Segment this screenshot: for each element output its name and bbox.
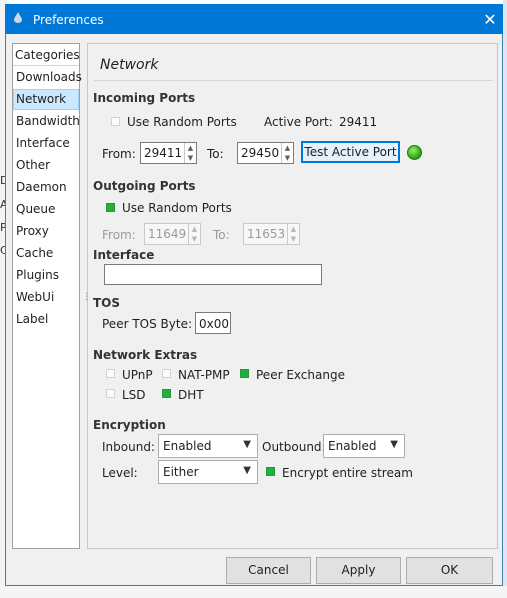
outgoing-from-spinbox[interactable]: 11649 ▲ ▼	[144, 223, 201, 245]
category-plugins[interactable]: Plugins	[13, 265, 79, 286]
inbound-select-value: Enabled	[163, 439, 212, 453]
spin-arrows-icon[interactable]: ▲ ▼	[281, 143, 293, 163]
category-bandwidth[interactable]: Bandwidth	[13, 111, 80, 132]
category-network[interactable]: Network	[13, 89, 79, 110]
outgoing-ports-heading: Outgoing Ports	[93, 179, 196, 193]
category-cache[interactable]: Cache	[13, 243, 79, 264]
level-label: Level:	[102, 466, 138, 480]
incoming-from-spinbox[interactable]: 29411 ▲ ▼	[140, 142, 197, 164]
outbound-select-value: Enabled	[328, 439, 377, 453]
test-active-port-button[interactable]: Test Active Port	[301, 141, 400, 163]
incoming-random-checkbox[interactable]	[111, 117, 120, 126]
spin-arrows-icon[interactable]: ▲ ▼	[287, 224, 299, 244]
chevron-down-icon: ▼	[390, 439, 398, 450]
outgoing-random-label[interactable]: Use Random Ports	[122, 201, 232, 215]
level-select-value: Either	[163, 465, 199, 479]
category-downloads[interactable]: Downloads	[13, 67, 82, 88]
page-title: Network	[100, 57, 159, 73]
outgoing-to-value: 11653	[247, 227, 286, 241]
incoming-from-label: From:	[102, 147, 136, 161]
close-button[interactable]: ✕	[478, 9, 502, 31]
spin-arrows-icon[interactable]: ▲ ▼	[184, 143, 196, 163]
outgoing-to-label: To:	[213, 228, 230, 242]
chevron-down-icon: ▼	[243, 465, 251, 476]
background-taskbar-strip	[0, 586, 507, 598]
incoming-from-value: 29411	[144, 146, 183, 160]
peer-tos-input[interactable]: 0x00	[195, 312, 231, 334]
outgoing-to-spinbox[interactable]: 11653 ▲ ▼	[243, 223, 300, 245]
peer-exchange-label[interactable]: Peer Exchange	[256, 368, 345, 382]
cancel-button[interactable]: Cancel	[226, 557, 311, 584]
lsd-checkbox[interactable]	[106, 389, 115, 398]
chevron-down-icon: ▼	[243, 439, 251, 450]
category-other[interactable]: Other	[13, 155, 79, 176]
encrypt-entire-stream-label[interactable]: Encrypt entire stream	[282, 466, 413, 480]
network-extras-heading: Network Extras	[93, 348, 198, 362]
outgoing-from-label: From:	[102, 228, 136, 242]
category-webui[interactable]: WebUi	[13, 287, 79, 308]
category-interface[interactable]: Interface	[13, 133, 79, 154]
category-label[interactable]: Label	[13, 309, 79, 330]
peer-tos-value: 0x00	[199, 317, 230, 331]
active-port-label: Active Port:	[264, 115, 333, 129]
active-port-value: 29411	[339, 115, 378, 129]
interface-heading: Interface	[93, 248, 155, 262]
outgoing-from-value: 11649	[148, 227, 187, 241]
level-select[interactable]: Either ▼	[158, 460, 258, 484]
incoming-to-label: To:	[207, 147, 224, 161]
spin-arrows-icon[interactable]: ▲ ▼	[188, 224, 200, 244]
interface-input[interactable]	[104, 264, 322, 285]
port-status-indicator-icon	[407, 145, 422, 160]
encryption-heading: Encryption	[93, 418, 166, 432]
outbound-label: Outbound:	[262, 440, 326, 454]
natpmp-label[interactable]: NAT-PMP	[178, 368, 230, 382]
outgoing-random-checkbox[interactable]	[106, 203, 115, 212]
category-daemon[interactable]: Daemon	[13, 177, 79, 198]
encrypt-entire-stream-checkbox[interactable]	[266, 467, 275, 476]
close-icon: ✕	[483, 10, 497, 29]
window-title: Preferences	[33, 13, 104, 27]
outbound-select[interactable]: Enabled ▼	[323, 434, 405, 458]
inbound-select[interactable]: Enabled ▼	[158, 434, 258, 458]
category-queue[interactable]: Queue	[13, 199, 79, 220]
lsd-label[interactable]: LSD	[122, 388, 146, 402]
categories-header[interactable]: Categories	[13, 44, 80, 66]
peer-tos-label: Peer TOS Byte:	[102, 317, 192, 331]
category-proxy[interactable]: Proxy	[13, 221, 79, 242]
background-window-edge	[503, 0, 507, 598]
peer-exchange-checkbox[interactable]	[240, 369, 249, 378]
dht-label[interactable]: DHT	[178, 388, 204, 402]
upnp-label[interactable]: UPnP	[122, 368, 153, 382]
title-divider	[94, 80, 493, 81]
upnp-checkbox[interactable]	[106, 369, 115, 378]
inbound-label: Inbound:	[102, 440, 155, 454]
app-icon	[14, 12, 22, 23]
natpmp-checkbox[interactable]	[162, 369, 171, 378]
apply-button[interactable]: Apply	[316, 557, 401, 584]
dht-checkbox[interactable]	[162, 389, 171, 398]
incoming-random-label[interactable]: Use Random Ports	[127, 115, 237, 129]
ok-button[interactable]: OK	[406, 557, 493, 584]
incoming-to-spinbox[interactable]: 29450 ▲ ▼	[237, 142, 294, 164]
incoming-to-value: 29450	[241, 146, 280, 160]
incoming-ports-heading: Incoming Ports	[93, 91, 196, 105]
tos-heading: TOS	[93, 296, 121, 310]
